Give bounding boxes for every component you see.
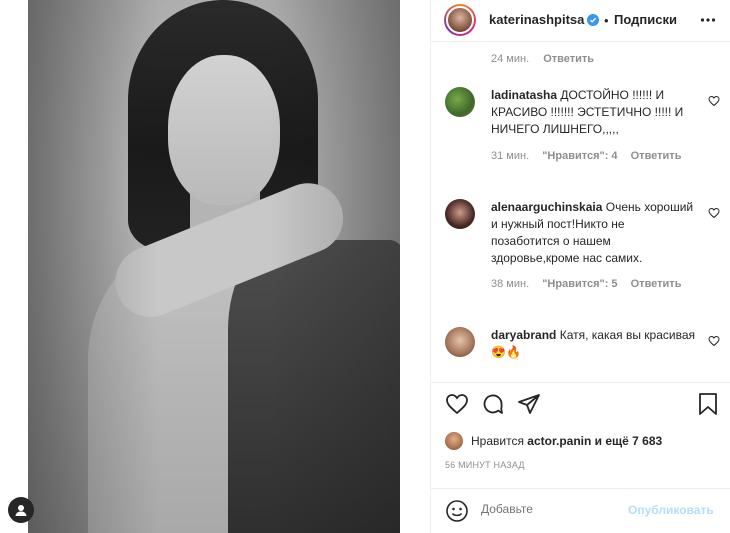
add-comment-input[interactable] xyxy=(481,502,621,516)
post-photo[interactable] xyxy=(28,0,400,533)
comments-divider xyxy=(431,382,730,383)
commenter-avatar[interactable] xyxy=(445,199,475,229)
commenter-avatar[interactable] xyxy=(445,327,475,357)
following-button[interactable]: Подписки xyxy=(614,12,677,27)
like-heart-icon[interactable] xyxy=(445,392,469,419)
author-avatar[interactable] xyxy=(444,4,476,36)
comment-time: 38 мин. xyxy=(491,278,530,290)
commenter-username[interactable]: alenaarguchinskaia xyxy=(491,200,602,214)
author-avatar-image xyxy=(446,6,474,34)
post-timestamp[interactable]: 56 МИНУТ НАЗАД xyxy=(445,460,525,470)
photo-shade xyxy=(28,0,400,533)
comment-time: 24 мин. xyxy=(491,53,530,65)
author-username[interactable]: katerinashpitsa xyxy=(489,12,584,27)
comment-likes-count[interactable]: "Нравится": 4 xyxy=(542,150,617,162)
comment-meta: 31 мин. "Нравится": 4 Ответить xyxy=(491,150,681,162)
post-side-panel: katerinashpitsa • Подписки 24 мин. Ответ… xyxy=(430,0,730,533)
save-bookmark-icon[interactable] xyxy=(697,392,719,419)
post-header: katerinashpitsa • Подписки xyxy=(431,0,730,41)
like-comment-icon[interactable] xyxy=(708,335,720,350)
header-separator: • xyxy=(604,13,609,28)
liker-username[interactable]: actor.panin xyxy=(527,434,591,448)
share-paper-plane-icon[interactable] xyxy=(517,392,541,419)
comment-meta: 38 мин. "Нравится": 5 Ответить xyxy=(491,278,681,290)
like-comment-icon[interactable] xyxy=(708,95,720,110)
post-media-area xyxy=(0,0,430,533)
more-options-icon[interactable] xyxy=(700,12,716,31)
likes-text: Нравится actor.panin и ещё 7 683 xyxy=(471,434,662,448)
reply-button[interactable]: Ответить xyxy=(631,278,682,290)
commenter-username[interactable]: daryabrand xyxy=(491,328,556,342)
comment-body: daryabrand Катя, какая вы красивая😍🔥 xyxy=(491,327,696,361)
likes-summary[interactable]: Нравится actor.panin и ещё 7 683 xyxy=(445,432,662,450)
liker-avatar xyxy=(445,432,463,450)
post-actions xyxy=(431,392,730,422)
comments-list[interactable]: 24 мин. Ответить ladinatasha ДОСТОЙНО !!… xyxy=(431,41,730,382)
add-comment-bar: Опубликовать xyxy=(431,488,730,533)
emoji-smiley-icon[interactable] xyxy=(445,499,469,526)
likes-count[interactable]: и ещё 7 683 xyxy=(595,434,663,448)
commenter-avatar[interactable] xyxy=(445,87,475,117)
publish-button[interactable]: Опубликовать xyxy=(628,503,714,517)
like-comment-icon[interactable] xyxy=(708,207,720,222)
commenter-username[interactable]: ladinatasha xyxy=(491,88,557,102)
verified-badge-icon xyxy=(587,14,599,26)
comment-meta: 24 мин. Ответить xyxy=(491,53,594,65)
comment-time: 31 мин. xyxy=(491,150,530,162)
comment-bubble-icon[interactable] xyxy=(481,392,505,419)
reply-button[interactable]: Ответить xyxy=(543,53,594,65)
comment-body: alenaarguchinskaia Очень хороший и нужны… xyxy=(491,199,696,267)
user-tag-icon[interactable] xyxy=(8,497,34,523)
likes-prefix: Нравится xyxy=(471,434,524,448)
comment-likes-count[interactable]: "Нравится": 5 xyxy=(542,278,617,290)
reply-button[interactable]: Ответить xyxy=(631,150,682,162)
comment-body: ladinatasha ДОСТОЙНО !!!!!! И КРАСИВО !!… xyxy=(491,87,696,138)
